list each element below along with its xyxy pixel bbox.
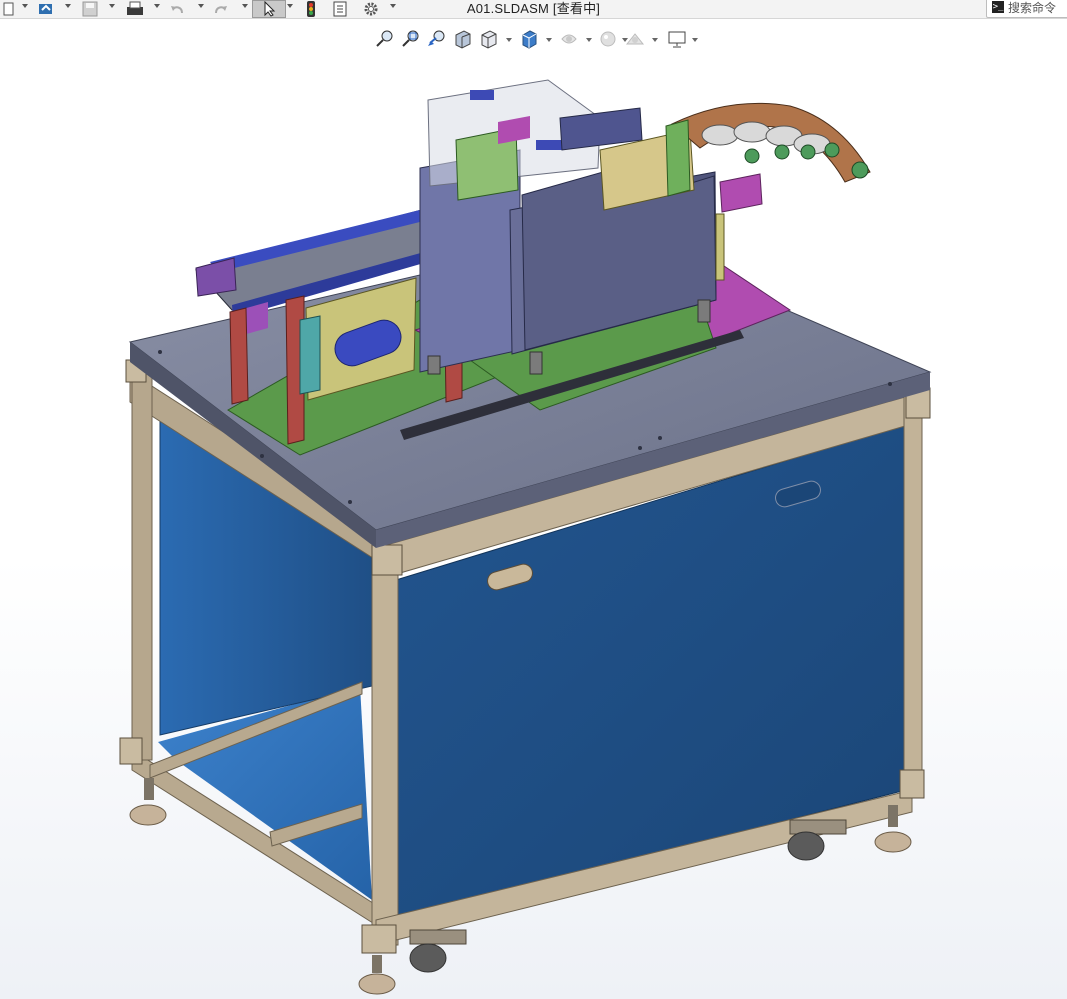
top-toolbar: A01.SLDASM [查看中] >_ 搜索命令 xyxy=(0,0,1067,19)
graphics-viewport[interactable] xyxy=(0,19,1067,999)
terminal-icon: >_ xyxy=(992,1,1004,13)
command-search-placeholder: 搜索命令 xyxy=(1008,0,1057,15)
assembly-3d-model[interactable] xyxy=(0,19,1067,999)
window-title: A01.SLDASM [查看中] xyxy=(466,1,601,16)
command-search-box[interactable]: >_ 搜索命令 xyxy=(986,0,1067,18)
